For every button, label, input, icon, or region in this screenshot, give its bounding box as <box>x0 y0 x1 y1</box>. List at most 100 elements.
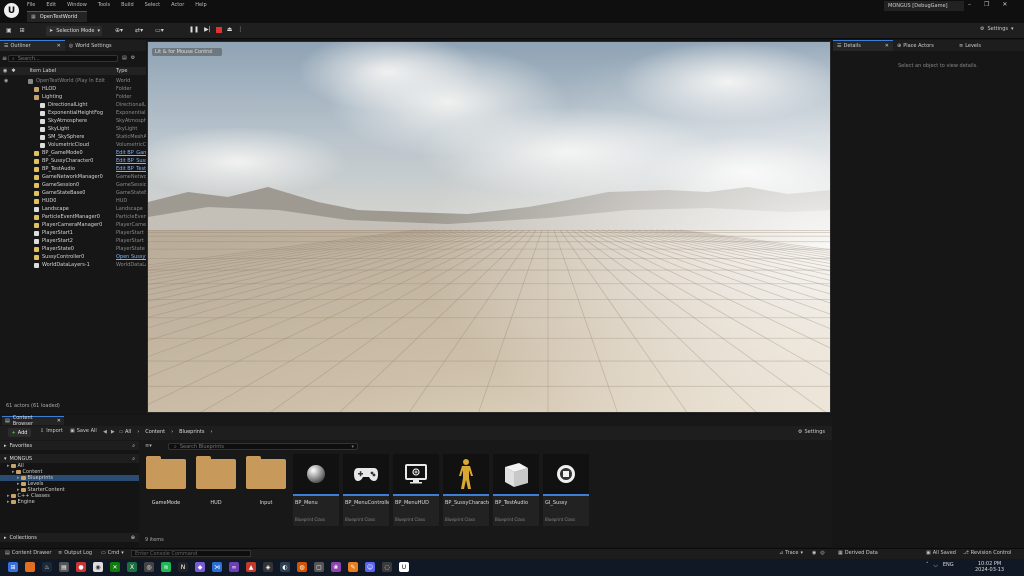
steam-icon[interactable]: ♨ <box>42 562 52 572</box>
project-section[interactable]: ▾ MONGUS ⌕ <box>0 454 139 463</box>
col-item-label[interactable]: Item Label <box>30 68 56 74</box>
app-icon[interactable]: ◍ <box>297 562 307 572</box>
outliner-row[interactable]: SussyController0 Open Sussyt <box>0 253 146 261</box>
outliner-row[interactable]: ExponentialHeightFog Exponentiali <box>0 109 146 117</box>
menu-edit[interactable]: Edit <box>46 2 56 8</box>
close-icon[interactable]: ✕ <box>57 43 61 49</box>
filter-icon[interactable]: ≡▾ <box>145 443 152 449</box>
netflix-icon[interactable]: N <box>178 562 188 572</box>
trace-button[interactable]: ⊿ Trace ▾ <box>779 550 803 556</box>
start-menu-icon[interactable]: ⊞ <box>8 562 18 572</box>
asset-tile[interactable]: BP_TestAudio Blueprint Class <box>493 454 539 526</box>
col-type[interactable]: Type <box>116 68 127 74</box>
content-settings-button[interactable]: ⚙ Settings <box>798 429 825 435</box>
lang-indicator[interactable]: ENG <box>943 562 954 568</box>
cmd-dropdown[interactable]: ▭ Cmd ▾ <box>101 550 124 556</box>
outliner-search-input[interactable]: ⌕ Search... <box>8 55 118 62</box>
app-icon[interactable]: ❀ <box>331 562 341 572</box>
asset-search-input[interactable]: ⌕ Search Blueprints ▾ <box>168 443 358 450</box>
cinematics-icon[interactable]: ▭▾ <box>155 27 164 34</box>
menu-help[interactable]: Help <box>195 2 206 8</box>
outliner-row[interactable]: BP_TestAudio Edit BP_Test <box>0 165 146 173</box>
folder-tile[interactable]: GameMode <box>143 454 189 526</box>
taskbar-clock[interactable]: 10:02 PM 2024-03-13 <box>975 561 1004 573</box>
app-icon[interactable]: ● <box>76 562 86 572</box>
output-log-button[interactable]: ≡ Output Log <box>58 550 92 556</box>
outliner-row[interactable]: HUD0 HUD <box>0 197 146 205</box>
asset-tile[interactable]: BP_MenuHUD Blueprint Class <box>393 454 439 526</box>
app-icon[interactable]: ◎ <box>144 562 154 572</box>
search-icon[interactable]: ⌕ <box>132 456 135 462</box>
app-icon[interactable]: ▲ <box>246 562 256 572</box>
outliner-row[interactable]: DirectionalLight DirectionalLi <box>0 101 146 109</box>
unity-icon[interactable]: ◈ <box>263 562 273 572</box>
firefox-icon[interactable] <box>25 562 35 572</box>
minimize-icon[interactable]: – <box>968 1 971 8</box>
derived-data-button[interactable]: ▦ Derived Data <box>838 550 878 556</box>
chevron-right-icon[interactable]: ▸ <box>7 463 10 469</box>
settings-button[interactable]: ⚙ Settings ▾ <box>980 26 1014 32</box>
maximize-icon[interactable]: ❐ <box>984 1 989 8</box>
visibility-column-icon[interactable]: ◉ <box>3 68 7 74</box>
outliner-row[interactable]: PlayerStart2 PlayerStart <box>0 237 146 245</box>
wifi-icon[interactable]: ◡ <box>934 562 938 568</box>
tab-content-browser[interactable]: ▤ Content Browser ✕ <box>2 415 64 427</box>
outliner-row[interactable]: GameSession0 GameSession <box>0 181 146 189</box>
add-button[interactable]: + Add <box>8 428 31 437</box>
outliner-row[interactable]: WorldDataLayers-1 WorldDataLa <box>0 261 146 269</box>
outliner-row[interactable]: PlayerCameraManager0 PlayerCamer <box>0 221 146 229</box>
obs-icon[interactable]: ◐ <box>280 562 290 572</box>
discord-icon[interactable]: ☺ <box>365 562 375 572</box>
content-drawer-button[interactable]: ▤ Content Drawer <box>5 550 51 556</box>
outliner-row[interactable]: GameNetworkManager0 GameNetwork <box>0 173 146 181</box>
edit-blueprint-link[interactable]: Edit BP_Test <box>116 166 146 172</box>
edit-blueprint-link[interactable]: Edit BP_Gam <box>116 150 146 156</box>
app-icon[interactable]: ◆ <box>195 562 205 572</box>
console-input[interactable]: Enter Console Command <box>131 550 251 557</box>
tab-place-actors[interactable]: ⊕ Place Actors <box>893 40 955 51</box>
menu-build[interactable]: Build <box>121 2 134 8</box>
all-saved-status[interactable]: ▣ All Saved <box>926 550 956 556</box>
outliner-row[interactable]: SkyAtmosphere SkyAtmosphe <box>0 117 146 125</box>
chrome-icon[interactable]: ◉ <box>93 562 103 572</box>
tab-outliner[interactable]: ☰ Outliner ✕ <box>0 40 65 51</box>
outliner-row[interactable]: VolumetricCloud VolumetricCl <box>0 141 146 149</box>
menu-window[interactable]: Window <box>67 2 87 8</box>
folder-tile[interactable]: Input <box>243 454 289 526</box>
pause-icon[interactable]: ❚❚ <box>189 26 199 33</box>
level-viewport[interactable] <box>147 41 831 413</box>
outliner-row[interactable]: BP_GameMode0 Edit BP_Gam <box>0 149 146 157</box>
stop-record-icon[interactable]: ◎ <box>820 550 824 556</box>
outliner-row[interactable]: SM_SkySphere StaticMeshA <box>0 133 146 141</box>
stop-icon[interactable] <box>215 26 222 33</box>
outliner-row[interactable]: GameStateBase0 GameStateBa <box>0 189 146 197</box>
app-icon[interactable]: ◌ <box>382 562 392 572</box>
add-collection-icon[interactable]: ⊕ <box>131 535 135 541</box>
selection-mode-dropdown[interactable]: ➤ Selection Mode ▾ <box>46 26 102 36</box>
close-icon[interactable]: ✕ <box>1002 1 1007 8</box>
excel-icon[interactable]: X <box>127 562 137 572</box>
visibility-eye-icon[interactable]: ◉ <box>4 78 8 84</box>
outliner-row[interactable]: Lighting Folder <box>0 93 146 101</box>
blueprint-icon[interactable]: ⊞ <box>20 27 25 34</box>
close-icon[interactable]: ✕ <box>57 418 61 424</box>
outliner-row[interactable]: BP_SussyCharacter0 Edit BP_Suss <box>0 157 146 165</box>
app-icon[interactable]: ✎ <box>348 562 358 572</box>
more-icon[interactable]: ⋮ <box>237 26 243 33</box>
import-button[interactable]: ⇩ Import <box>40 428 63 434</box>
pin-column-icon[interactable]: ✱ <box>11 68 15 74</box>
folder-tile[interactable]: HUD <box>193 454 239 526</box>
breadcrumb-content[interactable]: Content <box>145 429 165 435</box>
menu-file[interactable]: File <box>27 2 35 8</box>
tab-details[interactable]: ☰ Details ✕ <box>833 40 893 51</box>
eject-icon[interactable]: ⏏ <box>227 26 233 33</box>
app-icon[interactable]: ▢ <box>314 562 324 572</box>
close-icon[interactable]: ✕ <box>885 43 889 49</box>
breadcrumb-all[interactable]: All <box>125 429 131 435</box>
folder-tree-item[interactable]: ▸ Engine <box>0 499 139 505</box>
outliner-row[interactable]: ◉ OpenTestWorld (Play In Edit World <box>0 77 146 85</box>
folder-icon[interactable]: ▭ <box>119 429 124 435</box>
unreal-logo-icon[interactable]: U <box>4 3 19 18</box>
asset-tile[interactable]: BP_Menu Blueprint Class <box>293 454 339 526</box>
record-icon[interactable]: ◉ <box>812 550 816 556</box>
